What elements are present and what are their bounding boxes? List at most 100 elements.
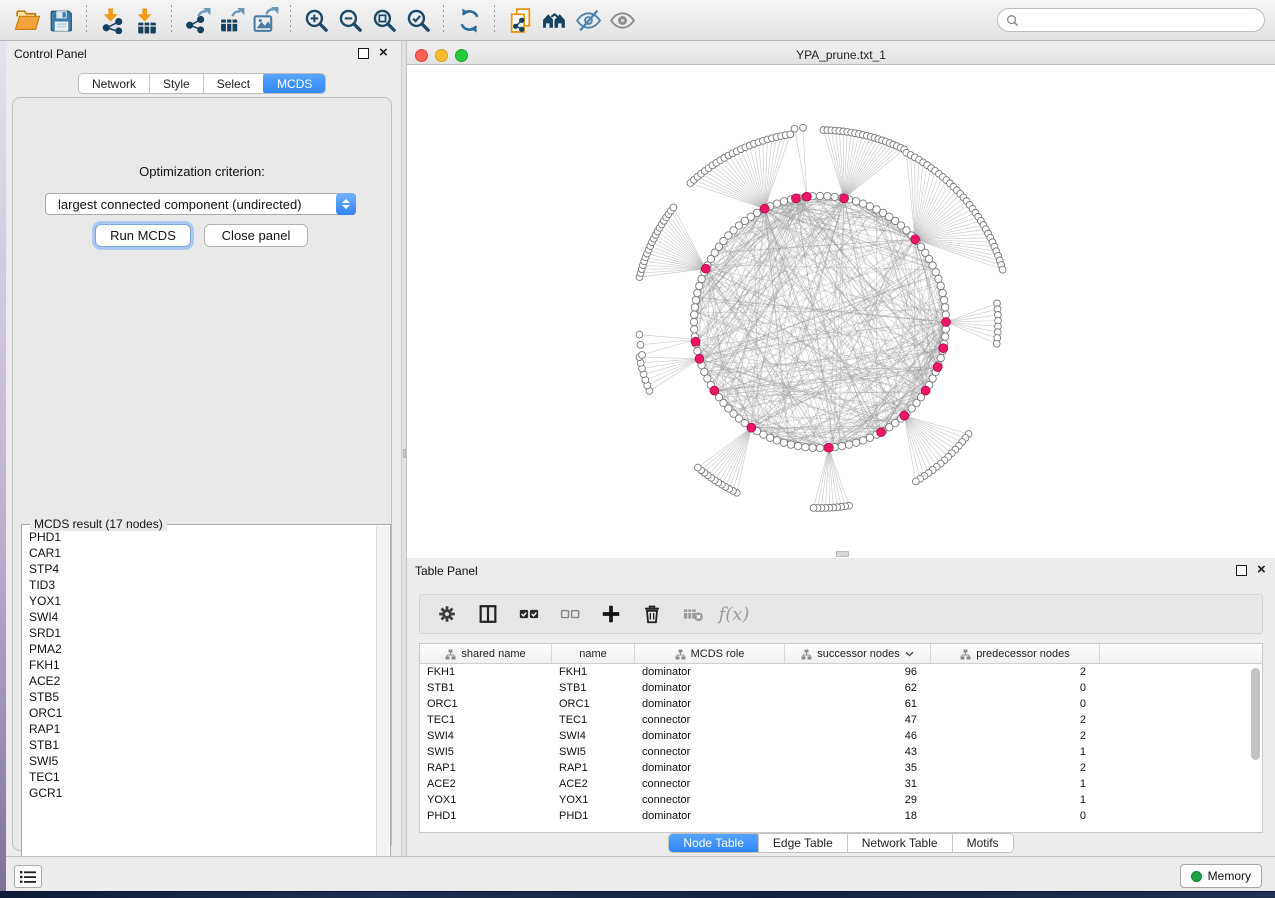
tab-style[interactable]: Style [150,74,204,93]
satellite-node[interactable] [800,124,807,131]
column-header-shared-name[interactable]: shared name [420,644,552,664]
zoom-in-icon[interactable] [299,4,333,36]
refresh-icon[interactable] [452,4,486,36]
table-row[interactable]: YOX1YOX1connector291 [420,792,1262,808]
network-node[interactable] [838,442,845,449]
network-node[interactable] [831,193,838,200]
satellite-node[interactable] [637,341,644,348]
mcds-node[interactable] [792,194,801,203]
select-all-icon[interactable] [516,601,542,627]
mcds-result-item[interactable]: STB5 [23,689,375,705]
network-node[interactable] [941,333,948,340]
table-row[interactable]: ACE2ACE2connector311 [420,776,1262,792]
network-node[interactable] [816,444,823,451]
mcds-node[interactable] [900,411,909,420]
network-node[interactable] [694,289,701,296]
show-columns-icon[interactable] [475,601,501,627]
table-row[interactable]: PHD1PHD1dominator180 [420,808,1262,824]
zoom-out-icon[interactable] [333,4,367,36]
network-node[interactable] [845,441,852,448]
run-mcds-button[interactable]: Run MCDS [95,224,191,247]
network-node[interactable] [866,434,873,441]
network-node[interactable] [937,282,944,289]
mcds-result-item[interactable]: PMA2 [23,641,375,657]
search-field[interactable] [997,8,1265,32]
satellite-node[interactable] [670,204,677,211]
mcds-node[interactable] [942,318,951,327]
tab-network[interactable]: Network [79,74,150,93]
network-node[interactable] [802,443,809,450]
satellite-node[interactable] [694,464,701,471]
mcds-result-item[interactable]: PHD1 [23,529,375,545]
column-header-successor-nodes[interactable]: successor nodes [785,644,931,664]
import-table-icon[interactable] [129,4,163,36]
mcds-result-item[interactable]: ORC1 [23,705,375,721]
column-header-predecessor-nodes[interactable]: predecessor nodes [931,644,1100,664]
mcds-result-item[interactable]: YOX1 [23,593,375,609]
mcds-node[interactable] [840,194,849,203]
mcds-list-scrollbar[interactable] [376,526,389,893]
table-row[interactable]: RAP1RAP1dominator352 [420,760,1262,776]
search-input[interactable] [1024,13,1256,27]
hide-selected-icon[interactable] [571,4,605,36]
mcds-node[interactable] [933,363,942,372]
mcds-result-item[interactable]: STP4 [23,561,375,577]
close-panel-icon[interactable]: × [379,44,388,61]
delete-column-icon[interactable] [680,601,706,627]
task-history-button[interactable] [14,865,42,888]
add-row-icon[interactable] [598,601,624,627]
table-row[interactable]: TEC1TEC1connector472 [420,712,1262,728]
first-neighbors-icon[interactable] [537,4,571,36]
mcds-result-item[interactable]: STB1 [23,737,375,753]
export-network-icon[interactable] [180,4,214,36]
network-node[interactable] [824,193,831,200]
network-node[interactable] [773,437,780,444]
network-node[interactable] [939,289,946,296]
mcds-result-item[interactable]: SWI4 [23,609,375,625]
network-node[interactable] [691,304,698,311]
tab-motifs[interactable]: Motifs [953,834,1013,852]
mcds-node[interactable] [824,443,833,452]
network-node[interactable] [701,368,708,375]
network-node[interactable] [698,275,705,282]
mcds-result-item[interactable]: TID3 [23,577,375,593]
mcds-node[interactable] [802,192,811,201]
network-node[interactable] [696,282,703,289]
table-settings-icon[interactable] [434,601,460,627]
import-network-icon[interactable] [95,4,129,36]
mcds-node[interactable] [921,386,930,395]
network-node[interactable] [852,439,859,446]
memory-button[interactable]: Memory [1180,864,1262,888]
close-panel-button[interactable]: Close panel [204,224,308,247]
mcds-node[interactable] [747,423,756,432]
network-node[interactable] [937,354,944,361]
zoom-selected-icon[interactable] [401,4,435,36]
mcds-node[interactable] [939,344,948,353]
show-all-icon[interactable] [605,4,639,36]
mcds-node[interactable] [710,386,719,395]
horizontal-splitter-grip[interactable] [836,551,849,557]
criterion-dropdown[interactable]: largest connected component (undirected) [45,193,356,215]
network-node[interactable] [690,318,697,325]
table-row[interactable]: SWI5SWI5connector431 [420,744,1262,760]
network-node[interactable] [773,200,780,207]
save-session-icon[interactable] [44,4,78,36]
mcds-result-item[interactable]: FKH1 [23,657,375,673]
table-scrollbar[interactable] [1251,668,1260,760]
satellite-node[interactable] [912,478,919,485]
close-panel-icon[interactable]: × [1257,561,1266,578]
deselect-all-icon[interactable] [557,601,583,627]
network-node[interactable] [816,192,823,199]
table-row[interactable]: ORC1ORC1dominator610 [420,696,1262,712]
mcds-result-item[interactable]: SRD1 [23,625,375,641]
mcds-result-item[interactable]: TEC1 [23,769,375,785]
delete-row-icon[interactable] [639,601,665,627]
network-node[interactable] [940,296,947,303]
network-node[interactable] [809,444,816,451]
mcds-node[interactable] [877,428,886,437]
mcds-result-item[interactable]: RAP1 [23,721,375,737]
network-node[interactable] [691,326,698,333]
function-builder-icon[interactable]: f(x) [721,601,747,627]
tab-edge-table[interactable]: Edge Table [759,834,848,852]
satellite-node[interactable] [791,125,798,132]
